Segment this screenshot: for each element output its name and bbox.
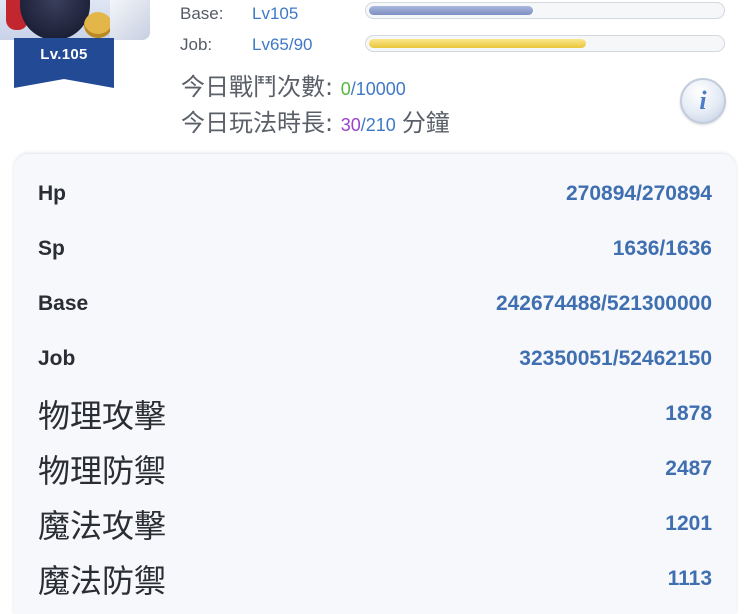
daily-play-time: 今日玩法時長: 30/210 分鐘	[181, 106, 450, 140]
stat-value: 1201	[665, 512, 712, 535]
stat-label: Hp	[38, 182, 66, 205]
job-exp-bar	[365, 35, 725, 52]
level-banner: Lv.105	[14, 38, 114, 88]
stat-value: 1878	[665, 402, 712, 425]
base-exp-label: Base:	[180, 4, 224, 23]
stat-label: 物理攻擊	[38, 397, 167, 435]
stat-label: 物理防禦	[38, 452, 167, 490]
daily-battle-label: 今日戰鬥次數:	[181, 73, 334, 101]
stat-row-sp: Sp 1636/1636	[38, 229, 712, 269]
stat-value: 242674488/521300000	[495, 292, 712, 315]
stat-value: 32350051/52462150	[519, 347, 712, 370]
job-exp-label: Job:	[180, 35, 213, 54]
stats-panel: Hp 270894/270894 Sp 1636/1636 Base 24267…	[14, 154, 736, 614]
stat-label: 魔法防禦	[38, 562, 167, 600]
base-exp-row: Base: Lv105	[180, 2, 362, 26]
character-portrait	[0, 0, 150, 40]
stat-row-job: Job 32350051/52462150	[38, 339, 712, 379]
stat-row-physical-attack: 物理攻擊 1878	[38, 394, 712, 435]
daily-battle-max: /10000	[350, 79, 406, 99]
stat-value: 270894/270894	[566, 182, 712, 205]
daily-play-current: 30	[340, 115, 361, 135]
base-exp-bar	[365, 2, 725, 19]
job-level: Lv65/90	[252, 35, 313, 54]
stat-value: 1113	[667, 567, 712, 590]
job-exp-fill	[369, 39, 587, 48]
daily-play-max: /210	[360, 115, 396, 135]
stat-value: 1636/1636	[612, 237, 712, 260]
stat-row-magic-defense: 魔法防禦 1113	[38, 559, 712, 600]
level-badge-text: Lv.105	[40, 46, 88, 63]
stat-value: 2487	[665, 457, 712, 480]
stat-row-base: Base 242674488/521300000	[38, 284, 712, 324]
stat-row-magic-attack: 魔法攻擊 1201	[38, 504, 712, 545]
stat-label: Job	[38, 347, 76, 370]
stat-label: 魔法攻擊	[38, 507, 167, 545]
character-avatar[interactable]: Lv.105	[0, 0, 150, 92]
job-exp-row: Job: Lv65/90	[180, 33, 362, 57]
daily-battle-count: 今日戰鬥次數: 0/10000	[181, 70, 406, 104]
stat-label: Base	[38, 292, 89, 315]
daily-play-unit: 分鐘	[401, 109, 450, 137]
base-exp-fill	[369, 6, 534, 15]
stat-row-hp: Hp 270894/270894	[38, 174, 712, 214]
stat-row-physical-defense: 物理防禦 2487	[38, 449, 712, 490]
info-icon: i	[699, 86, 707, 115]
base-level: Lv105	[252, 4, 299, 23]
daily-battle-current: 0	[340, 79, 351, 99]
stat-label: Sp	[38, 237, 65, 260]
daily-play-label: 今日玩法時長:	[181, 109, 334, 137]
info-button[interactable]: i	[680, 78, 726, 124]
